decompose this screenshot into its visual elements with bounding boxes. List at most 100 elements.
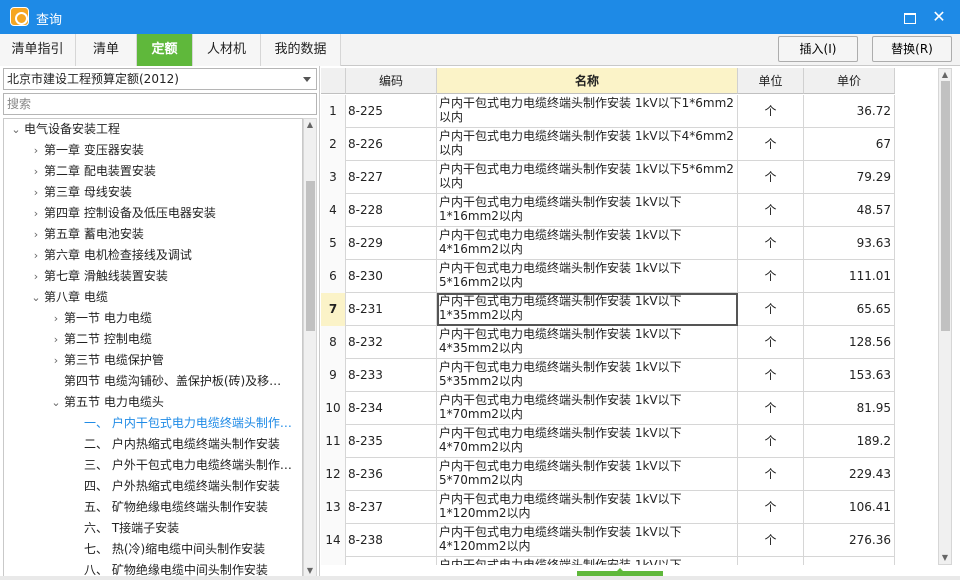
table-row[interactable]: 3 8-227 户内干包式电力电缆终端头制作安装 1kV以下5*6mm2以内个 79.…: [321, 161, 895, 194]
expand-chevron-right-icon[interactable]: ›: [30, 266, 42, 287]
expand-chevron-down-icon[interactable]: ⌄: [50, 392, 62, 413]
row-index[interactable]: 1: [321, 95, 346, 128]
tree-item[interactable]: › 第二章 配电装置安装: [4, 161, 302, 182]
expand-chevron-down-icon[interactable]: ⌄: [10, 119, 22, 140]
header-unit[interactable]: 单位: [738, 68, 804, 94]
cell-name[interactable]: 户内干包式电力电缆终端头制作安装 1kV以下1*70mm2以内: [437, 392, 738, 425]
row-index[interactable]: 4: [321, 194, 346, 227]
cell-code[interactable]: 8-231: [346, 293, 437, 326]
tree-item[interactable]: 五、 矿物绝缘电缆终端头制作安装: [4, 497, 302, 518]
tab-bill[interactable]: 清单: [76, 34, 137, 66]
cell-unit[interactable]: 个: [738, 359, 804, 392]
cell-name[interactable]: 户内干包式电力电缆终端头制作安装 1kV以下1*120mm2以内: [437, 491, 738, 524]
cell-price[interactable]: 153.63: [804, 359, 895, 392]
cell-name[interactable]: 户内干包式电力电缆终端头制作安装 1kV以下4*6mm2以内: [437, 128, 738, 161]
tree-item[interactable]: 六、 T接端子安装: [4, 518, 302, 539]
cell-price[interactable]: 48.57: [804, 194, 895, 227]
row-index[interactable]: 3: [321, 161, 346, 194]
table-row[interactable]: 10 8-234 户内干包式电力电缆终端头制作安装 1kV以下1*70mm2以内个 8…: [321, 392, 895, 425]
cell-code[interactable]: 8-226: [346, 128, 437, 161]
cell-unit[interactable]: 个: [738, 557, 804, 565]
header-name[interactable]: 名称: [437, 68, 738, 94]
cell-unit[interactable]: 个: [738, 260, 804, 293]
table-row[interactable]: 9 8-233 户内干包式电力电缆终端头制作安装 1kV以下5*35mm2以内个 15…: [321, 359, 895, 392]
cell-unit[interactable]: 个: [738, 293, 804, 326]
row-index[interactable]: 8: [321, 326, 346, 359]
cell-code[interactable]: 8-238: [346, 524, 437, 557]
tree-item[interactable]: 七、 热(冷)缩电缆中间头制作安装: [4, 539, 302, 560]
row-index[interactable]: 15: [321, 557, 346, 565]
cell-unit[interactable]: 个: [738, 524, 804, 557]
tab-my-data[interactable]: 我的数据: [261, 34, 341, 66]
cell-price[interactable]: 128.56: [804, 326, 895, 359]
table-row[interactable]: 13 8-237 户内干包式电力电缆终端头制作安装 1kV以下1*120mm2以内个…: [321, 491, 895, 524]
expand-chevron-right-icon[interactable]: ›: [30, 245, 42, 266]
expand-chevron-right-icon[interactable]: ›: [50, 329, 62, 350]
maximize-icon[interactable]: [898, 6, 920, 28]
cell-name[interactable]: 户内干包式电力电缆终端头制作安装 1kV以下1*6mm2以内: [437, 95, 738, 128]
cell-code[interactable]: 8-234: [346, 392, 437, 425]
row-index[interactable]: 5: [321, 227, 346, 260]
cell-code[interactable]: 8-227: [346, 161, 437, 194]
table-row[interactable]: 5 8-229 户内干包式电力电缆终端头制作安装 1kV以下4*16mm2以内个 93…: [321, 227, 895, 260]
cell-code[interactable]: 8-237: [346, 491, 437, 524]
cell-code[interactable]: 8-228: [346, 194, 437, 227]
cell-code[interactable]: 8-239: [346, 557, 437, 565]
table-row[interactable]: 1 8-225 户内干包式电力电缆终端头制作安装 1kV以下1*6mm2以内个 36.…: [321, 95, 895, 128]
tree-item[interactable]: 四、 户外热缩式电缆终端头制作安装: [4, 476, 302, 497]
cell-unit[interactable]: 个: [738, 458, 804, 491]
tree-scrollbar[interactable]: ▲ ▼: [303, 118, 317, 578]
table-row[interactable]: 4 8-228 户内干包式电力电缆终端头制作安装 1kV以下1*16mm2以内个 48…: [321, 194, 895, 227]
row-index[interactable]: 12: [321, 458, 346, 491]
tab-labor-material-machine[interactable]: 人材机: [193, 34, 261, 66]
table-row[interactable]: 2 8-226 户内干包式电力电缆终端头制作安装 1kV以下4*6mm2以内个 67: [321, 128, 895, 161]
tab-quota[interactable]: 定额: [137, 34, 193, 66]
grid-scrollbar[interactable]: ▲ ▼: [938, 68, 952, 565]
row-index[interactable]: 2: [321, 128, 346, 161]
expand-chevron-right-icon[interactable]: ›: [30, 140, 42, 161]
cell-code[interactable]: 8-232: [346, 326, 437, 359]
cell-unit[interactable]: 个: [738, 392, 804, 425]
expand-chevron-right-icon[interactable]: ›: [30, 182, 42, 203]
row-index[interactable]: 7: [321, 293, 346, 326]
tree-item[interactable]: › 第六章 电机检查接线及调试: [4, 245, 302, 266]
cell-name[interactable]: 户内干包式电力电缆终端头制作安装 1kV以下5*70mm2以内: [437, 458, 738, 491]
expand-chevron-right-icon[interactable]: ›: [30, 203, 42, 224]
expand-chevron-right-icon[interactable]: ›: [50, 308, 62, 329]
cell-unit[interactable]: 个: [738, 128, 804, 161]
cell-name[interactable]: 户内干包式电力电缆终端头制作安装 1kV以下5*16mm2以内: [437, 260, 738, 293]
tree-item[interactable]: › 第二节 控制电缆: [4, 329, 302, 350]
cell-price[interactable]: 79.29: [804, 161, 895, 194]
tree-item[interactable]: 三、 户外干包式电力电缆终端头制作…: [4, 455, 302, 476]
cell-code[interactable]: 8-236: [346, 458, 437, 491]
cell-price[interactable]: 65.65: [804, 293, 895, 326]
tree-item[interactable]: 一、 户内干包式电力电缆终端头制作…: [4, 413, 302, 434]
table-row[interactable]: 11 8-235 户内干包式电力电缆终端头制作安装 1kV以下4*70mm2以内个 1…: [321, 425, 895, 458]
scroll-down-icon[interactable]: ▼: [939, 552, 951, 564]
cell-price[interactable]: 36.72: [804, 95, 895, 128]
cell-unit[interactable]: 个: [738, 425, 804, 458]
expand-chevron-down-icon[interactable]: ⌄: [30, 287, 42, 308]
scroll-up-icon[interactable]: ▲: [304, 119, 316, 131]
insert-button[interactable]: 插入(I): [778, 36, 858, 62]
cell-name[interactable]: 户内干包式电力电缆终端头制作安装 1kV以下4*35mm2以内: [437, 326, 738, 359]
cell-name[interactable]: 户内干包式电力电缆终端头制作安装 1kV以下5*6mm2以内: [437, 161, 738, 194]
row-index[interactable]: 10: [321, 392, 346, 425]
expand-chevron-right-icon[interactable]: ›: [30, 161, 42, 182]
cell-price[interactable]: [804, 557, 895, 565]
cell-name[interactable]: 户内干包式电力电缆终端头制作安装 1kV以下1*16mm2以内: [437, 194, 738, 227]
cell-price[interactable]: 229.43: [804, 458, 895, 491]
tab-bill-guide[interactable]: 清单指引: [0, 34, 76, 66]
tree-item[interactable]: › 第一节 电力电缆: [4, 308, 302, 329]
cell-name[interactable]: 户内干包式电力电缆终端头制作安装 1kV以下5*35mm2以内: [437, 359, 738, 392]
cell-price[interactable]: 276.36: [804, 524, 895, 557]
tree-item[interactable]: › 第七章 滑触线装置安装: [4, 266, 302, 287]
cell-unit[interactable]: 个: [738, 227, 804, 260]
tree-item[interactable]: › 第三章 母线安装: [4, 182, 302, 203]
row-index[interactable]: 13: [321, 491, 346, 524]
replace-button[interactable]: 替换(R): [872, 36, 952, 62]
table-row[interactable]: 6 8-230 户内干包式电力电缆终端头制作安装 1kV以下5*16mm2以内个 11…: [321, 260, 895, 293]
cell-price[interactable]: 111.01: [804, 260, 895, 293]
scroll-up-icon[interactable]: ▲: [939, 69, 951, 81]
table-row[interactable]: 158-239户内干包式电力电缆终端头制作安装 1kV以下5*120mm2以内个: [321, 557, 895, 565]
